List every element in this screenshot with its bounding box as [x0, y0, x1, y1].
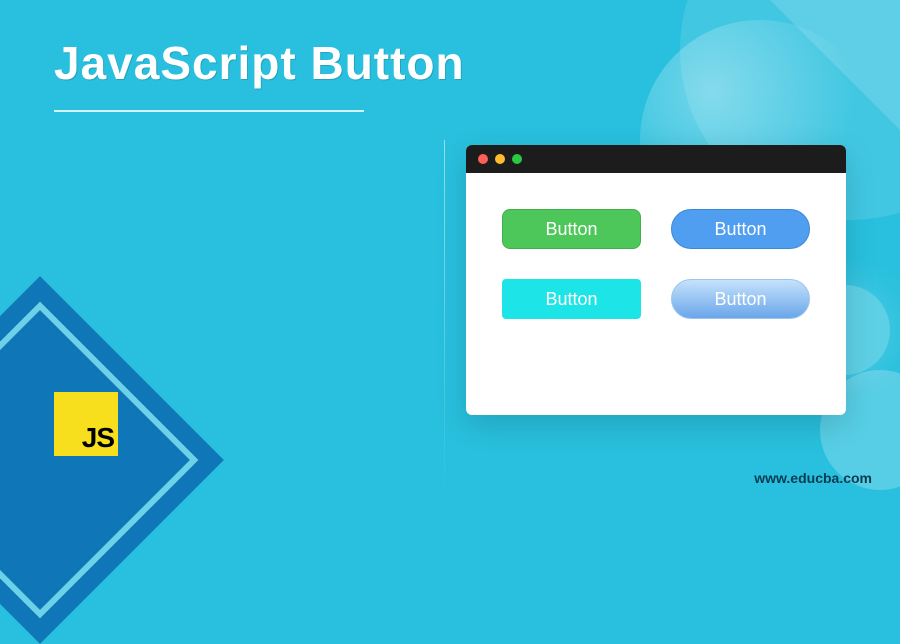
- js-logo-label: JS: [82, 422, 114, 454]
- demo-button-cyan[interactable]: Button: [502, 279, 641, 319]
- site-url: www.educba.com: [754, 470, 872, 486]
- maximize-icon[interactable]: [512, 154, 522, 164]
- title-underline: [54, 110, 364, 112]
- bg-triangle: [770, 0, 900, 130]
- button-label: Button: [714, 289, 766, 310]
- button-label: Button: [545, 289, 597, 310]
- button-label: Button: [714, 219, 766, 240]
- demo-button-blue-pill[interactable]: Button: [671, 209, 810, 249]
- browser-window: Button Button Button Button: [466, 145, 846, 415]
- close-icon[interactable]: [478, 154, 488, 164]
- bg-diamond: [0, 276, 224, 644]
- page-title: JavaScript Button: [54, 36, 465, 90]
- js-logo: JS: [54, 392, 118, 456]
- button-label: Button: [545, 219, 597, 240]
- button-grid: Button Button Button Button: [466, 173, 846, 355]
- minimize-icon[interactable]: [495, 154, 505, 164]
- demo-button-green[interactable]: Button: [502, 209, 641, 249]
- demo-button-gradient[interactable]: Button: [671, 279, 810, 319]
- browser-titlebar: [466, 145, 846, 173]
- bg-divider-line: [444, 140, 445, 500]
